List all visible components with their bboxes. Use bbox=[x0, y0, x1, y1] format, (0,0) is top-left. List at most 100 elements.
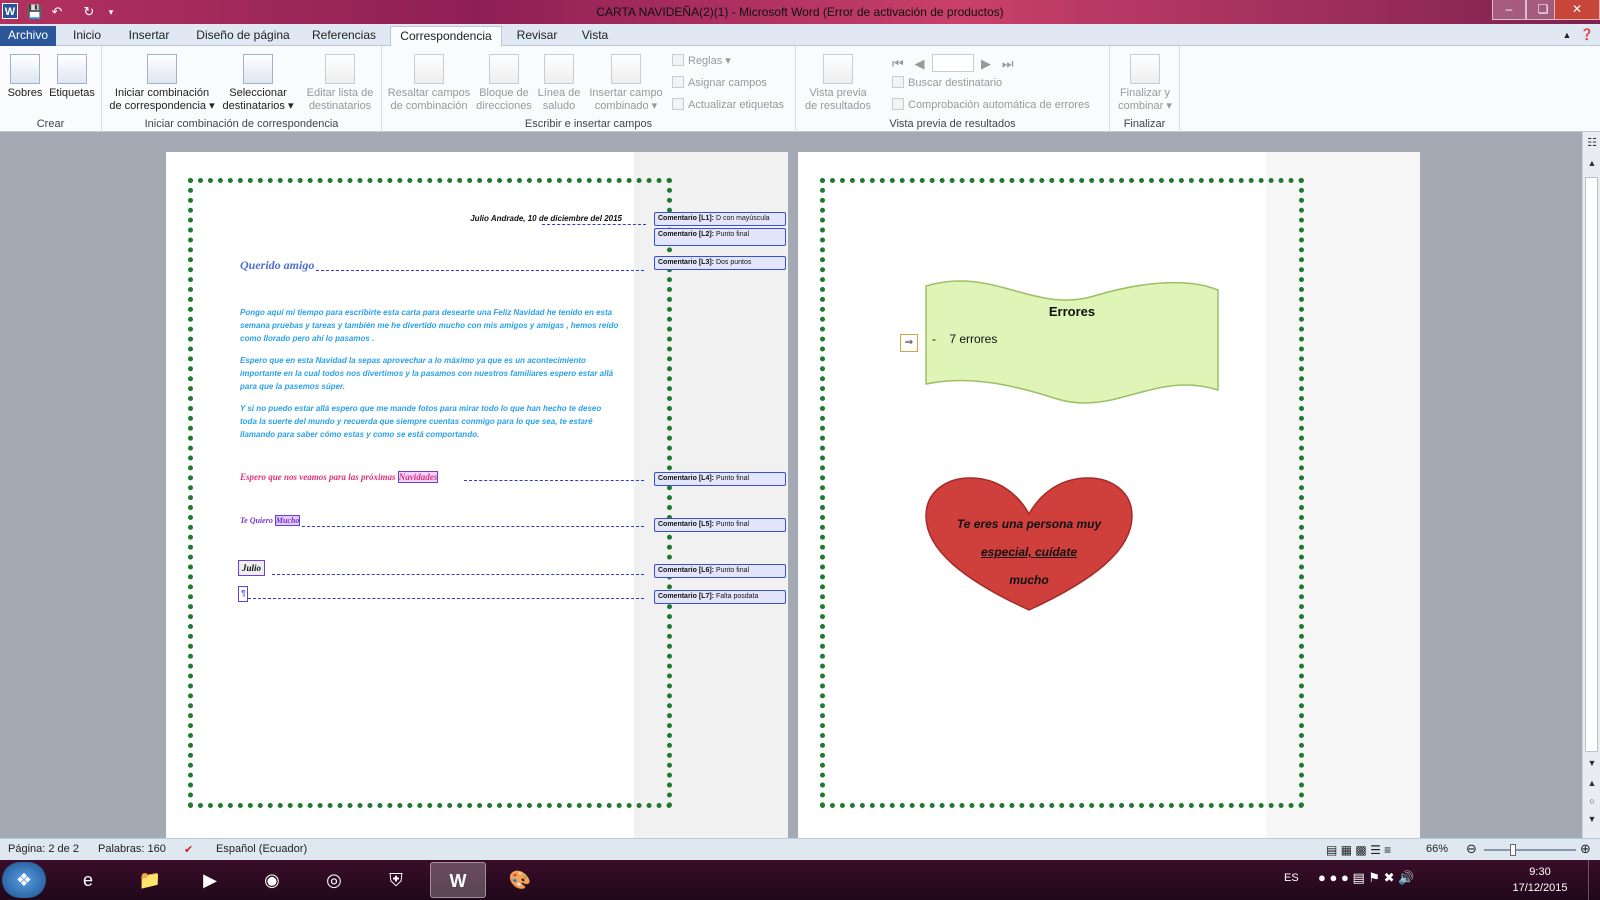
last-record-icon[interactable]: ⏭ bbox=[1002, 56, 1014, 71]
zoom-slider-thumb[interactable] bbox=[1510, 844, 1516, 856]
security-shield-icon[interactable]: ⛨ bbox=[368, 862, 424, 898]
print-layout-icon[interactable]: ▤ bbox=[1326, 843, 1337, 857]
errors-banner-item: - 7 errores bbox=[932, 332, 998, 346]
letter-closing[interactable]: Espero que nos veamos para las próximas … bbox=[240, 470, 439, 484]
input-language[interactable]: ES bbox=[1284, 872, 1299, 884]
previous-record-icon[interactable]: ◀ bbox=[915, 56, 925, 71]
tab-revisar[interactable]: Revisar bbox=[510, 26, 564, 46]
paragraph-mark[interactable]: ¶ bbox=[238, 586, 249, 602]
heart-line-3: mucho bbox=[1009, 573, 1049, 587]
finalizar-combinar-button[interactable]: Finalizar y combinar ▾ bbox=[1114, 54, 1176, 113]
comment-l5[interactable]: Comentario [L5]: Punto final bbox=[654, 518, 786, 532]
bloque-direcciones-button[interactable]: Bloque de direcciones bbox=[474, 54, 534, 113]
page-2[interactable]: Errores - 7 errores ⇒ Te eres una person… bbox=[798, 152, 1420, 838]
clock-time: 9:30 bbox=[1529, 866, 1551, 878]
zoom-level[interactable]: 66% bbox=[1426, 843, 1448, 855]
outline-icon[interactable]: ☰ bbox=[1370, 843, 1381, 857]
browse-object-icon[interactable]: ○ bbox=[1583, 796, 1600, 806]
comment-l2[interactable]: Comentario [L2]: Punto final bbox=[654, 228, 786, 246]
proofing-icon[interactable]: ✔ bbox=[184, 843, 193, 856]
file-explorer-icon[interactable]: 📁 bbox=[122, 862, 178, 898]
comment-l4[interactable]: Comentario [L4]: Punto final bbox=[654, 472, 786, 486]
tray-flag-icon[interactable]: ⚑ bbox=[1368, 870, 1380, 885]
tab-insertar[interactable]: Insertar bbox=[118, 26, 180, 46]
close-button[interactable]: ✕ bbox=[1554, 0, 1600, 20]
letter-signature[interactable]: Julio bbox=[238, 560, 266, 576]
paint-icon[interactable]: 🎨 bbox=[492, 862, 548, 898]
vista-previa-button[interactable]: Vista previa de resultados bbox=[802, 54, 874, 113]
etiquetas-button[interactable]: Etiquetas bbox=[46, 54, 98, 100]
letter-greeting[interactable]: Querido amigo bbox=[240, 258, 314, 272]
clock[interactable]: 9:30 17/12/2015 bbox=[1510, 864, 1570, 896]
tab-vista[interactable]: Vista bbox=[572, 26, 618, 46]
anchor-icon[interactable]: ⇒ bbox=[900, 334, 918, 352]
start-button[interactable]: ❖ bbox=[2, 862, 46, 898]
tray-update-icon[interactable]: ● bbox=[1329, 870, 1337, 885]
letter-love[interactable]: Te Quiero Mucho bbox=[240, 514, 301, 528]
tab-referencias[interactable]: Referencias bbox=[306, 26, 382, 46]
heart-line-2: especial, cuídate bbox=[980, 545, 1078, 559]
document-area[interactable]: Julio Andrade, 10 de diciembre del 2015 … bbox=[0, 132, 1582, 838]
letter-paragraph-1[interactable]: Pongo aquí mi tiempo para escribirte est… bbox=[240, 306, 620, 345]
tray-app-icon[interactable]: ● bbox=[1318, 870, 1326, 885]
scroll-thumb[interactable] bbox=[1585, 177, 1598, 752]
love-text: Te Quiero bbox=[240, 516, 273, 525]
next-page-icon[interactable]: ▼ bbox=[1583, 814, 1600, 824]
zoom-slider[interactable] bbox=[1484, 849, 1576, 851]
actualizar-etiquetas-button[interactable]: Actualizar etiquetas bbox=[672, 98, 784, 111]
show-desktop-button[interactable] bbox=[1588, 860, 1600, 900]
page-count[interactable]: Página: 2 de 2 bbox=[8, 843, 79, 855]
previous-page-icon[interactable]: ▲ bbox=[1583, 778, 1600, 788]
sobres-button[interactable]: Sobres bbox=[5, 54, 45, 100]
tab-diseno-pagina[interactable]: Diseño de página bbox=[188, 26, 298, 46]
page-1[interactable]: Julio Andrade, 10 de diciembre del 2015 … bbox=[166, 152, 788, 838]
comment-l1[interactable]: Comentario [L1]: D con mayúscula bbox=[654, 212, 786, 226]
buscar-destinatario-button[interactable]: Buscar destinatario bbox=[892, 76, 1002, 89]
comprobacion-errores-button[interactable]: Comprobación automática de errores bbox=[892, 98, 1090, 111]
minimize-ribbon-icon[interactable]: ▲ bbox=[1560, 26, 1574, 46]
language[interactable]: Español (Ecuador) bbox=[216, 843, 307, 855]
editar-lista-button[interactable]: Editar lista de destinatarios bbox=[302, 54, 378, 113]
next-record-icon[interactable]: ▶ bbox=[981, 56, 991, 71]
scroll-down-icon[interactable]: ▼ bbox=[1583, 758, 1600, 768]
letter-paragraph-3[interactable]: Y si no puedo estar allá espero que me m… bbox=[240, 402, 620, 441]
resaltar-campos-button[interactable]: Resaltar campos de combinación bbox=[386, 54, 472, 113]
ruler-toggle-icon[interactable]: ☷ bbox=[1583, 136, 1600, 149]
vertical-scrollbar[interactable]: ☷ ▲ ▼ ▲ ○ ▼ bbox=[1582, 132, 1600, 838]
internet-explorer-icon[interactable]: e bbox=[60, 862, 116, 898]
group-crear: Sobres Etiquetas Crear bbox=[0, 46, 102, 132]
linea-saludo-button[interactable]: Línea de saludo bbox=[536, 54, 582, 113]
scroll-up-icon[interactable]: ▲ bbox=[1583, 158, 1600, 168]
draft-icon[interactable]: ≡ bbox=[1384, 843, 1391, 857]
record-number-input[interactable] bbox=[931, 54, 974, 72]
reglas-button[interactable]: Reglas ▾ bbox=[672, 54, 731, 67]
tab-correspondencia[interactable]: Correspondencia bbox=[390, 26, 502, 47]
media-player-icon[interactable]: ▶ bbox=[182, 862, 238, 898]
zoom-in-icon[interactable]: ⊕ bbox=[1580, 841, 1591, 857]
firefox-icon[interactable]: ◉ bbox=[244, 862, 300, 898]
chrome-icon[interactable]: ◎ bbox=[306, 862, 362, 898]
tray-status-icon[interactable]: ✖ bbox=[1384, 870, 1395, 885]
word-taskbar-icon[interactable]: W bbox=[430, 862, 486, 898]
reading-layout-icon[interactable]: ▦ bbox=[1341, 843, 1352, 857]
asignar-campos-button[interactable]: Asignar campos bbox=[672, 76, 767, 89]
minimize-button[interactable]: – bbox=[1492, 0, 1526, 20]
word-count[interactable]: Palabras: 160 bbox=[98, 843, 166, 855]
comment-l6[interactable]: Comentario [L6]: Punto final bbox=[654, 564, 786, 578]
comment-l3[interactable]: Comentario [L3]: Dos puntos bbox=[654, 256, 786, 270]
tab-inicio[interactable]: Inicio bbox=[62, 26, 112, 46]
comment-l7[interactable]: Comentario [L7]: Falta posdata bbox=[654, 590, 786, 604]
zoom-out-icon[interactable]: ⊖ bbox=[1466, 841, 1477, 857]
volume-icon[interactable]: 🔊 bbox=[1398, 870, 1414, 885]
web-layout-icon[interactable]: ▩ bbox=[1355, 843, 1366, 857]
first-record-icon[interactable]: ⏮ bbox=[892, 56, 904, 71]
tray-network-icon[interactable]: ▤ bbox=[1352, 870, 1364, 885]
status-bar: Página: 2 de 2 Palabras: 160 ✔ Español (… bbox=[0, 838, 1600, 860]
letter-paragraph-2[interactable]: Espero que en esta Navidad la sepas apro… bbox=[240, 354, 620, 393]
iniciar-combinacion-button[interactable]: Iniciar combinación de correspondencia ▾ bbox=[108, 54, 216, 113]
help-icon[interactable]: ❓ bbox=[1578, 26, 1596, 46]
insertar-campo-button[interactable]: Insertar campo combinado ▾ bbox=[586, 54, 666, 113]
tab-archivo[interactable]: Archivo bbox=[0, 26, 56, 46]
tray-sync-icon[interactable]: ● bbox=[1341, 870, 1349, 885]
seleccionar-destinatarios-button[interactable]: Seleccionar destinatarios ▾ bbox=[220, 54, 296, 113]
